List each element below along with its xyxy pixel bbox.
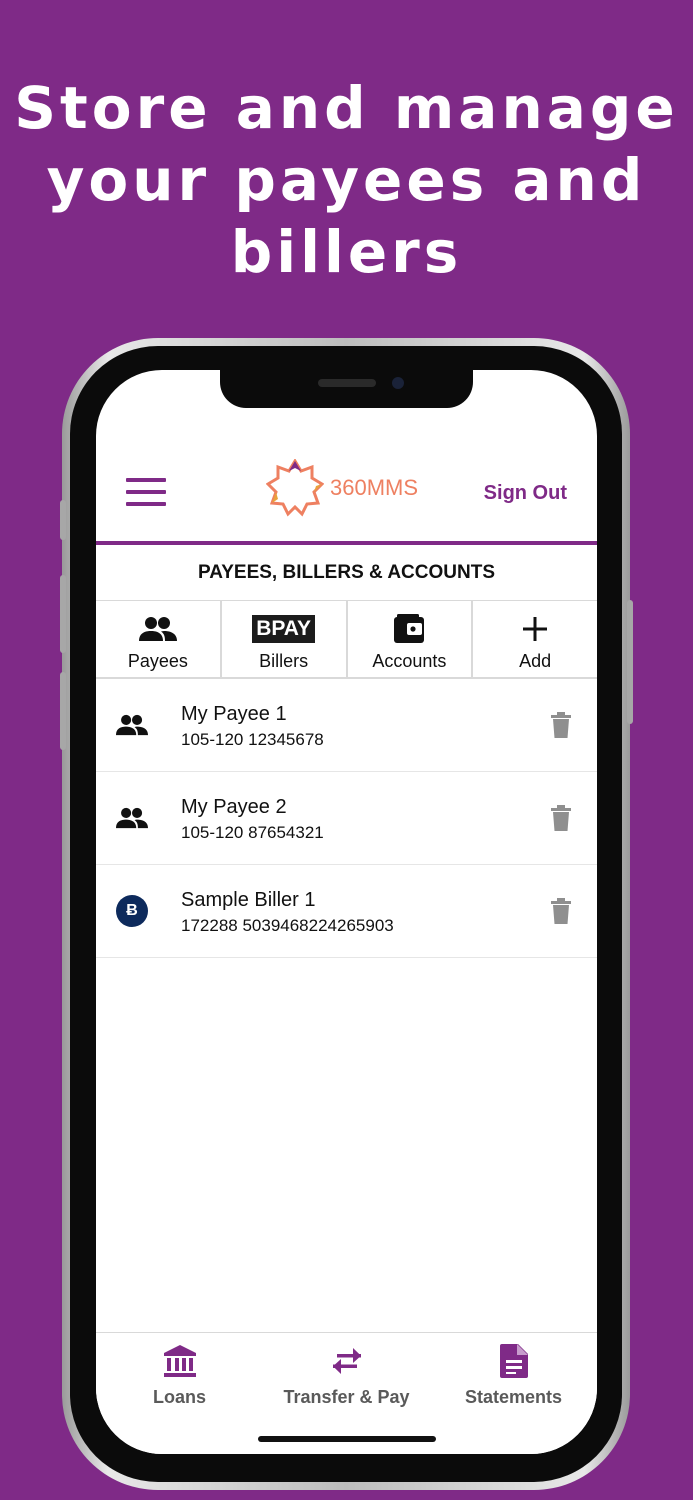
item-detail: 105-120 87654321 xyxy=(181,823,324,842)
transfer-arrows-icon xyxy=(332,1348,361,1374)
headline-line-1: Store and manage xyxy=(14,74,679,142)
tab-billers[interactable]: BPAY Billers xyxy=(222,601,348,677)
tab-label: Accounts xyxy=(372,651,447,671)
document-icon xyxy=(499,1344,528,1378)
tab-label: Payees xyxy=(127,651,188,671)
brand-logo: 360MMS xyxy=(266,458,418,518)
tab-payees[interactable]: Payees xyxy=(96,601,222,677)
item-name: My Payee 2 xyxy=(181,796,287,818)
people-icon xyxy=(138,617,177,641)
nav-statements[interactable]: Statements xyxy=(430,1333,597,1454)
marketing-headline: Store and manage your payees and billers xyxy=(0,72,693,288)
sign-out-link[interactable]: Sign Out xyxy=(484,482,567,505)
bpay-logo: BPAY xyxy=(252,615,316,643)
wallet-icon xyxy=(394,614,425,643)
item-detail: 172288 5039468224265903 xyxy=(181,916,394,935)
volume-down-button xyxy=(60,672,66,750)
nav-loans[interactable]: Loans xyxy=(96,1333,263,1454)
people-icon xyxy=(116,807,148,829)
item-detail: 105-120 12345678 xyxy=(181,730,324,749)
silent-switch xyxy=(60,500,66,540)
trash-icon[interactable] xyxy=(551,805,571,831)
trash-icon[interactable] xyxy=(551,898,571,924)
trash-icon[interactable] xyxy=(551,712,571,738)
bpay-badge-icon: Ƀ xyxy=(116,895,148,927)
item-name: My Payee 1 xyxy=(181,703,287,725)
bank-icon xyxy=(163,1345,196,1377)
nav-label: Transfer & Pay xyxy=(283,1387,410,1407)
headline-line-2: your payees and xyxy=(46,146,647,214)
tab-label: Add xyxy=(519,651,552,671)
brand-star-icon xyxy=(266,459,324,517)
section-title: PAYEES, BILLERS & ACCOUNTS xyxy=(96,545,597,601)
tab-accounts[interactable]: Accounts xyxy=(348,601,474,677)
list-item[interactable]: My Payee 2 105-120 87654321 xyxy=(96,772,597,865)
nav-label: Loans xyxy=(152,1387,206,1407)
speaker-grille xyxy=(318,379,376,387)
tab-add[interactable]: Add xyxy=(473,601,597,677)
list-item[interactable]: Ƀ Sample Biller 1 172288 503946822426590… xyxy=(96,865,597,958)
item-name: Sample Biller 1 xyxy=(181,889,316,911)
category-tabs: Payees BPAY Billers Accounts Add xyxy=(96,601,597,679)
headline-line-3: billers xyxy=(230,218,463,286)
notch xyxy=(220,370,473,408)
hamburger-menu-icon[interactable] xyxy=(126,478,166,506)
payee-list: My Payee 1 105-120 12345678 My Payee 2 1… xyxy=(96,679,597,958)
tab-label: Billers xyxy=(259,651,309,671)
power-button xyxy=(627,600,633,724)
brand-name: 360MMS xyxy=(330,475,419,500)
plus-icon xyxy=(523,617,548,641)
people-icon xyxy=(116,714,148,736)
list-item[interactable]: My Payee 1 105-120 12345678 xyxy=(96,679,597,772)
phone-screen: 360MMS Sign Out PAYEES, BILLERS & ACCOUN… xyxy=(96,370,597,1454)
nav-label: Statements xyxy=(464,1387,563,1407)
volume-up-button xyxy=(60,575,66,653)
home-indicator[interactable] xyxy=(258,1436,436,1442)
front-camera xyxy=(392,377,404,389)
